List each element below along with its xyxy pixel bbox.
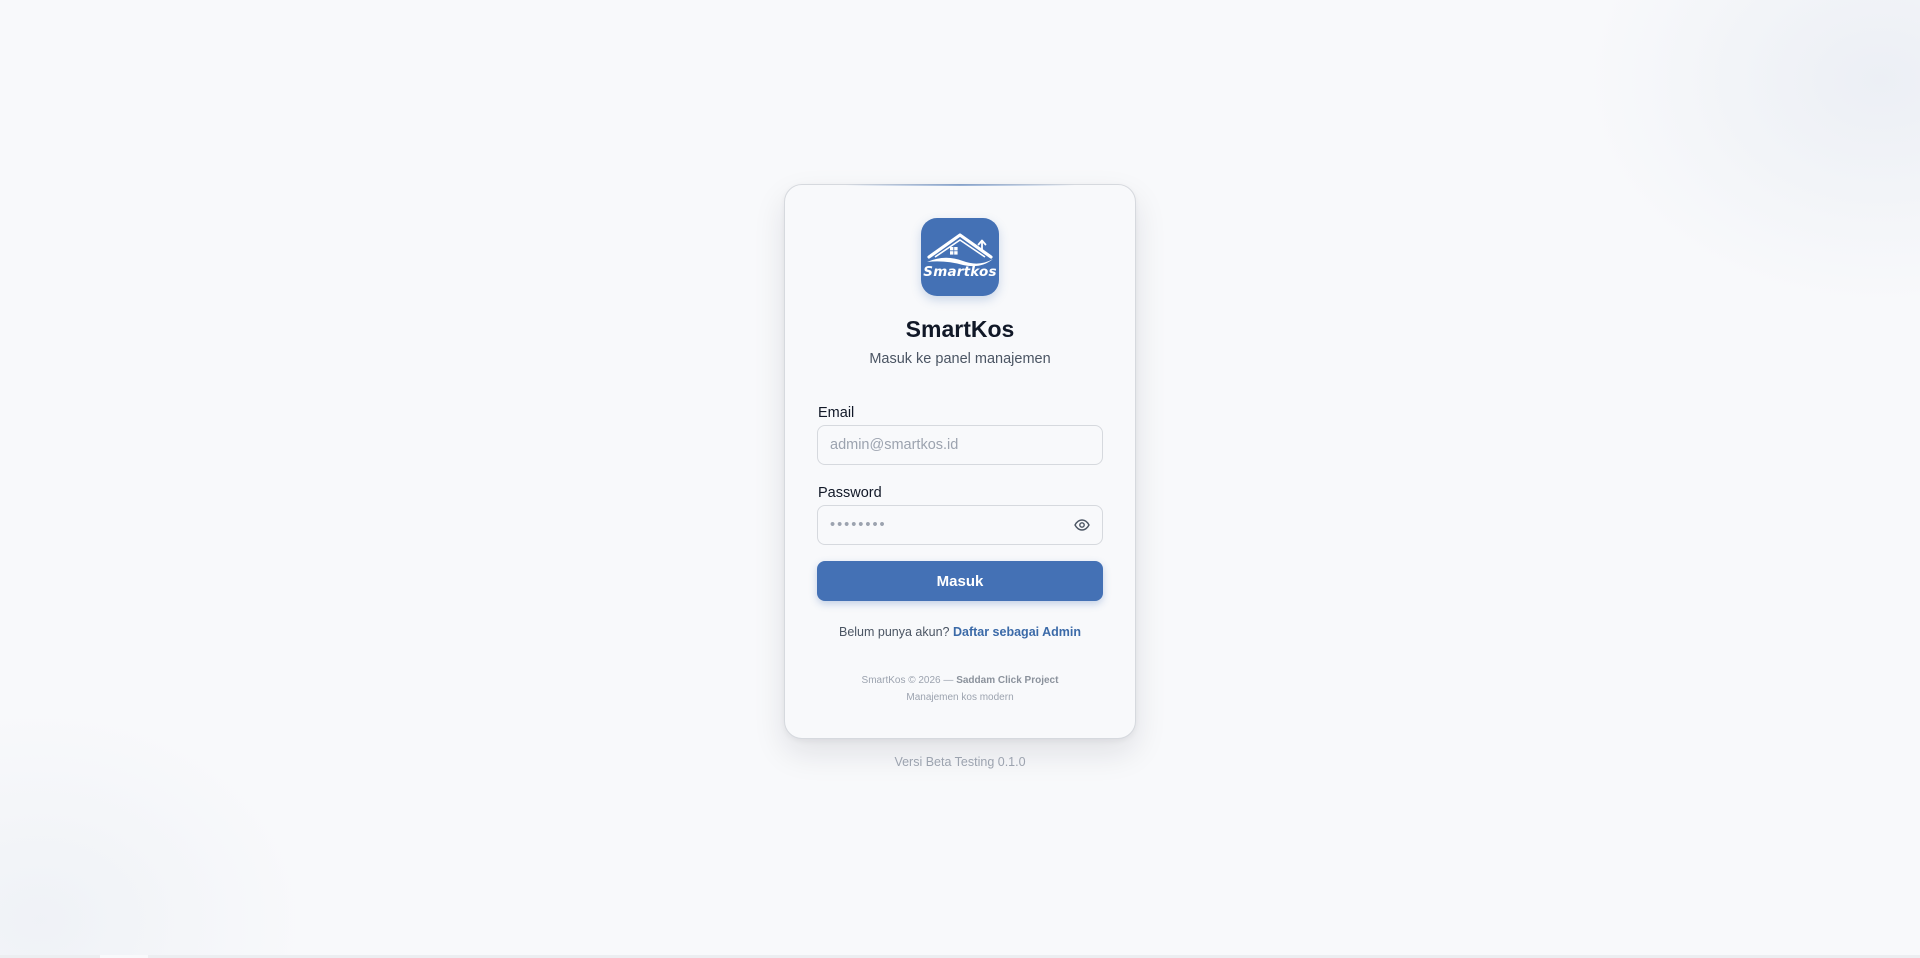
footer-tagline: Manajemen kos modern (906, 692, 1014, 703)
logo-wordmark: Smartkos (923, 264, 997, 280)
copyright-text: SmartKos © 2026 — (861, 675, 954, 686)
login-button[interactable]: Masuk (817, 561, 1103, 601)
password-input[interactable] (817, 505, 1103, 545)
login-card: Smartkos SmartKos Masuk ke panel manajem… (784, 184, 1136, 739)
register-prompt-text: Belum punya akun? (838, 625, 950, 639)
email-input[interactable] (817, 425, 1103, 465)
card-top-accent (845, 184, 1075, 186)
register-prompt: Belum punya akun? Daftar sebagai Admin (785, 625, 1135, 639)
register-admin-link[interactable]: Daftar sebagai Admin (953, 625, 1081, 639)
footer-copyright: SmartKos © 2026 — Saddam Click Project (785, 675, 1135, 686)
house-roof-logo-icon (927, 233, 993, 267)
password-label: Password (818, 485, 882, 501)
email-label: Email (818, 405, 855, 421)
eye-icon[interactable] (1074, 518, 1090, 532)
project-name: Saddam Click Project (956, 675, 1059, 686)
app-subtitle: Masuk ke panel manajemen (869, 351, 1051, 367)
version-label: Versi Beta Testing 0.1.0 (894, 755, 1026, 769)
smartkos-logo: Smartkos (921, 218, 999, 296)
app-title: SmartKos (905, 316, 1015, 342)
